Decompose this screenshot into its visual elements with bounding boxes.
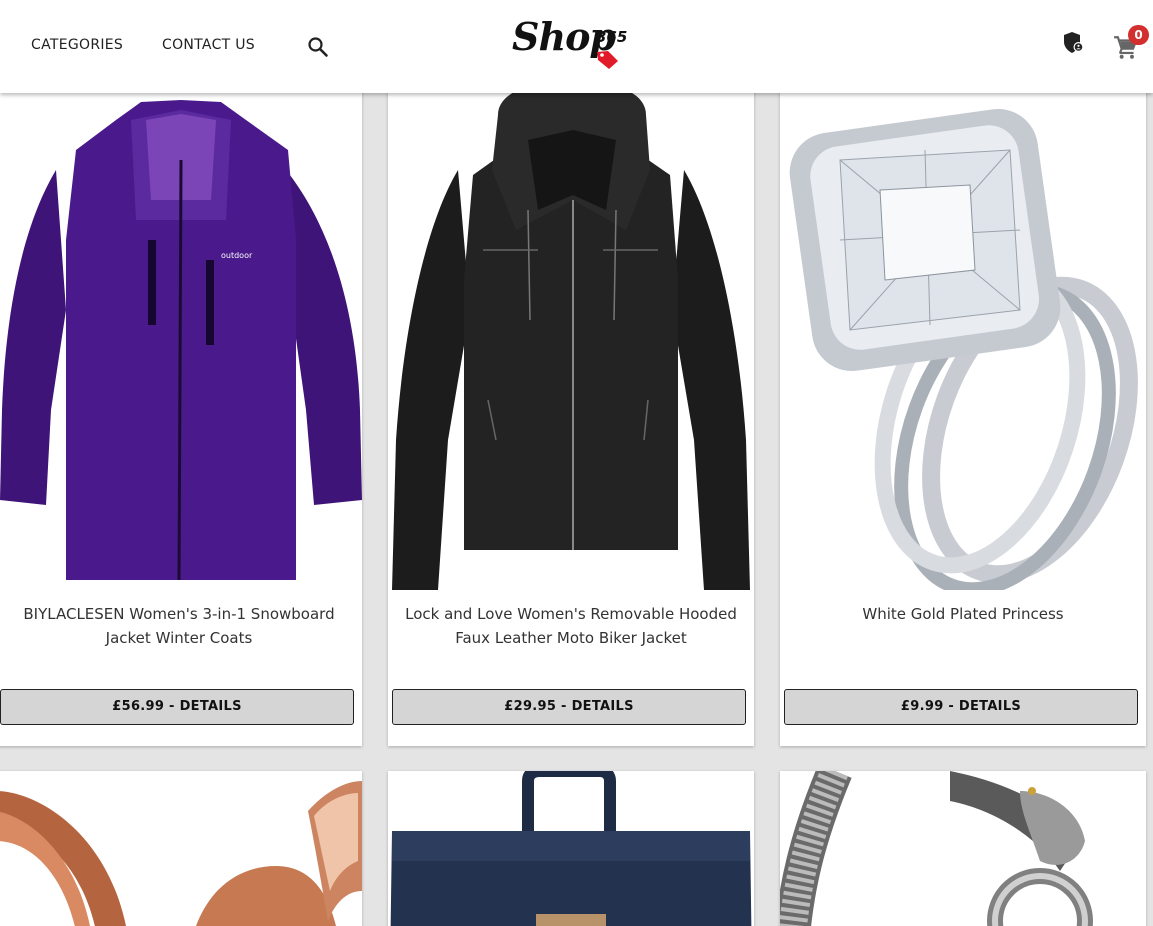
product-title[interactable]: Lock and Love Women's Removable Hooded F… bbox=[404, 602, 738, 650]
product-title[interactable]: BIYLACLESEN Women's 3-in-1 Snowboard Jac… bbox=[12, 602, 346, 650]
cart-count-badge: 0 bbox=[1128, 25, 1149, 45]
price-tag-icon bbox=[597, 51, 618, 69]
product-title[interactable]: White Gold Plated Princess bbox=[796, 602, 1130, 626]
nav-contact-link[interactable]: CONTACT US bbox=[162, 37, 255, 53]
product-card bbox=[388, 771, 754, 926]
product-card: outdoor BIYLACLESEN Women's 3-in-1 Snowb… bbox=[0, 80, 362, 746]
logo-number: 365 bbox=[596, 28, 628, 46]
product-image-silver-dragon-bracelet[interactable] bbox=[780, 771, 1146, 926]
product-details-button[interactable]: £56.99 - DETAILS bbox=[0, 689, 354, 725]
product-card bbox=[780, 771, 1146, 926]
product-card: White Gold Plated Princess £9.99 - DETAI… bbox=[780, 80, 1146, 746]
product-image-diamond-ring[interactable] bbox=[780, 80, 1146, 590]
product-details-button[interactable]: £9.99 - DETAILS bbox=[784, 689, 1138, 725]
product-image-rose-gold-rings[interactable] bbox=[0, 771, 362, 926]
svg-text:outdoor: outdoor bbox=[221, 251, 253, 260]
shield-account-icon[interactable] bbox=[1063, 31, 1085, 55]
product-image-navy-backpack[interactable] bbox=[388, 771, 754, 926]
search-icon[interactable] bbox=[306, 35, 330, 59]
shop365-logo[interactable]: Shop 365 bbox=[510, 10, 635, 76]
product-image-black-leather-jacket[interactable] bbox=[388, 80, 754, 590]
product-card bbox=[0, 771, 362, 926]
product-image-purple-jacket[interactable]: outdoor bbox=[0, 80, 362, 590]
product-card: Lock and Love Women's Removable Hooded F… bbox=[388, 80, 754, 746]
product-details-button[interactable]: £29.95 - DETAILS bbox=[392, 689, 746, 725]
nav-categories-link[interactable]: CATEGORIES bbox=[31, 37, 123, 53]
site-header: CATEGORIES CONTACT US Shop 365 0 bbox=[0, 0, 1153, 93]
